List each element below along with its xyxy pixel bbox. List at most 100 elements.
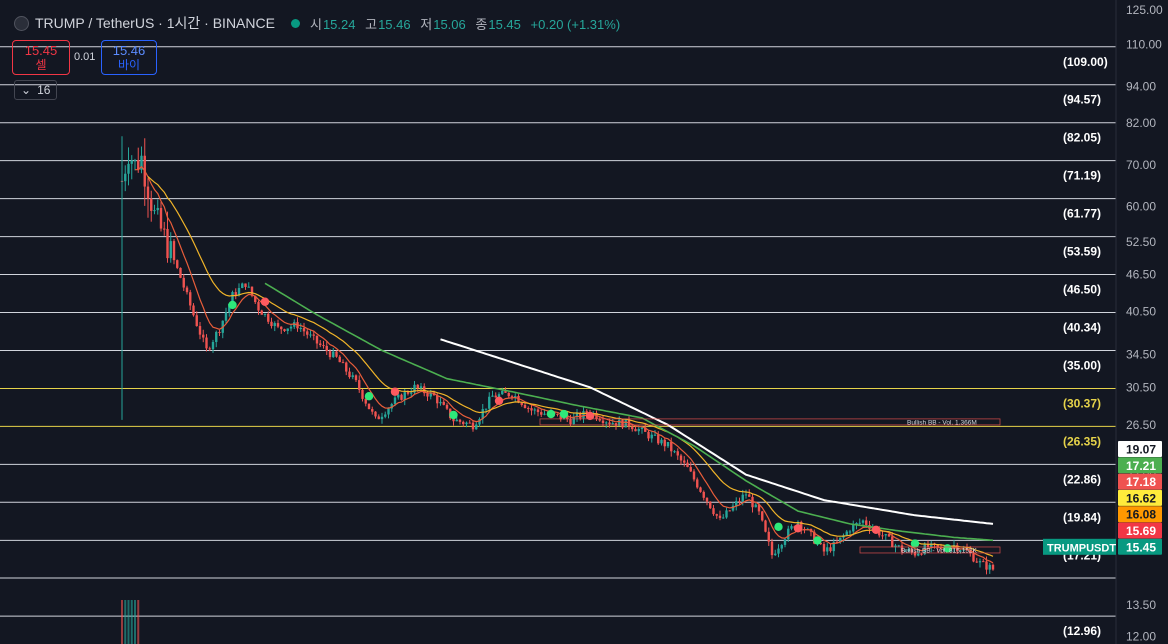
- candle-body: [569, 419, 572, 425]
- candle-body: [787, 528, 790, 540]
- y-tick-label: 82.00: [1126, 116, 1156, 130]
- candle-body: [982, 561, 985, 563]
- candle-body: [988, 564, 991, 570]
- candle-body: [468, 422, 471, 424]
- candle-body: [205, 337, 208, 349]
- candle-body: [540, 412, 543, 415]
- candle-body: [660, 439, 663, 444]
- level-label: (35.00): [1063, 359, 1101, 373]
- candle-body: [257, 302, 260, 311]
- y-tick-label: 70.00: [1126, 158, 1156, 172]
- volume-bar: [137, 600, 140, 644]
- candle-body: [465, 422, 468, 425]
- y-tick-label: 12.00: [1126, 630, 1156, 644]
- candle-body: [991, 564, 995, 570]
- candle-body: [543, 413, 546, 415]
- annotation-label: Bullish BB - Vol. 815.152K: [901, 547, 978, 554]
- price-tag: 15.45: [1118, 538, 1162, 555]
- sell-signal-marker: [871, 525, 881, 535]
- candle-body: [218, 331, 221, 333]
- candle-body: [458, 419, 462, 422]
- spread-value: 0.01: [74, 51, 96, 63]
- candle-body: [244, 283, 247, 287]
- candle-body: [536, 409, 540, 413]
- candle-body: [725, 510, 728, 518]
- sell-button[interactable]: 15.45 셀: [12, 40, 70, 75]
- candle-body: [241, 283, 244, 288]
- candle-body: [380, 416, 384, 420]
- close-label: 종: [475, 16, 488, 32]
- candle-body: [309, 334, 312, 336]
- symbol-title[interactable]: TRUMP / TetherUS · 1시간 · BINANCE: [35, 13, 275, 33]
- candle-body: [371, 409, 374, 412]
- candle-body: [267, 313, 270, 322]
- candle-body: [189, 292, 192, 306]
- candle-body: [530, 408, 533, 411]
- candle-body: [741, 494, 744, 502]
- candle-body: [211, 342, 215, 350]
- candle-body: [735, 501, 738, 506]
- candle-body: [663, 439, 666, 447]
- candle-body: [163, 228, 166, 230]
- chart-background: [0, 0, 1168, 644]
- candle-body: [351, 375, 354, 378]
- level-label: (19.84): [1063, 510, 1101, 524]
- candle-body: [647, 431, 650, 439]
- buy-signal-marker: [774, 522, 783, 532]
- candle-body: [686, 462, 689, 468]
- candle-body: [767, 531, 770, 542]
- candle-body: [319, 343, 322, 346]
- candle-body: [507, 392, 510, 397]
- price-tag: 16.62: [1118, 489, 1162, 506]
- y-tick-label: 13.50: [1126, 598, 1156, 612]
- level-label: (46.50): [1063, 283, 1101, 297]
- candle-body: [215, 331, 218, 343]
- volume-bar: [130, 600, 133, 644]
- candle-body: [270, 321, 273, 327]
- buy-signal-marker: [813, 536, 822, 545]
- candle-body: [299, 328, 302, 330]
- y-tick-label: 94.00: [1126, 79, 1156, 93]
- candle-body: [377, 416, 380, 420]
- candle-body: [744, 494, 748, 496]
- svg-text:17.18: 17.18: [1126, 475, 1156, 489]
- candle-body: [176, 260, 179, 268]
- candle-body: [172, 241, 176, 261]
- chevron-down-icon: ⌄: [21, 83, 32, 97]
- level-label: (26.35): [1063, 434, 1101, 448]
- candle-body: [374, 411, 377, 417]
- buy-signal-marker: [449, 410, 458, 420]
- candle-body: [608, 422, 611, 425]
- buy-signal-marker: [364, 392, 374, 401]
- candle-body: [673, 451, 676, 453]
- candle-body: [471, 422, 475, 430]
- y-tick-label: 125.00: [1126, 3, 1163, 17]
- symbol-row: TRUMP / TetherUS · 1시간 · BINANCE 시15.24 …: [14, 13, 626, 33]
- candle-body: [124, 173, 127, 182]
- candle-body: [130, 160, 133, 164]
- high-value: 15.46: [378, 16, 411, 32]
- candle-body: [247, 286, 250, 288]
- candle-body: [335, 351, 338, 357]
- candle-body: [280, 326, 283, 330]
- candle-body: [852, 524, 855, 532]
- candle-body: [972, 553, 975, 562]
- candle-body: [865, 520, 868, 526]
- volume-bar: [127, 600, 130, 644]
- candle-body: [520, 402, 523, 405]
- candle-body: [572, 416, 575, 425]
- svg-text:15.45: 15.45: [1126, 540, 1156, 554]
- open-label: 시: [309, 16, 322, 32]
- svg-text:TRUMPUSDT: TRUMPUSDT: [1047, 542, 1116, 554]
- candle-body: [676, 451, 679, 456]
- indicators-collapse-button[interactable]: ⌄ 16: [14, 80, 58, 100]
- candle-body: [494, 395, 497, 398]
- candle-body: [315, 335, 319, 344]
- candle-body: [533, 409, 536, 411]
- price-chart[interactable]: (109.00) (94.57) (82.05) (71.19) (61.77) (53.…: [0, 0, 1168, 644]
- candle-body: [527, 408, 530, 410]
- buy-button[interactable]: 15.46 바이: [101, 40, 157, 75]
- candle-body: [179, 267, 182, 278]
- candle-body: [400, 394, 403, 400]
- candle-body: [975, 561, 978, 563]
